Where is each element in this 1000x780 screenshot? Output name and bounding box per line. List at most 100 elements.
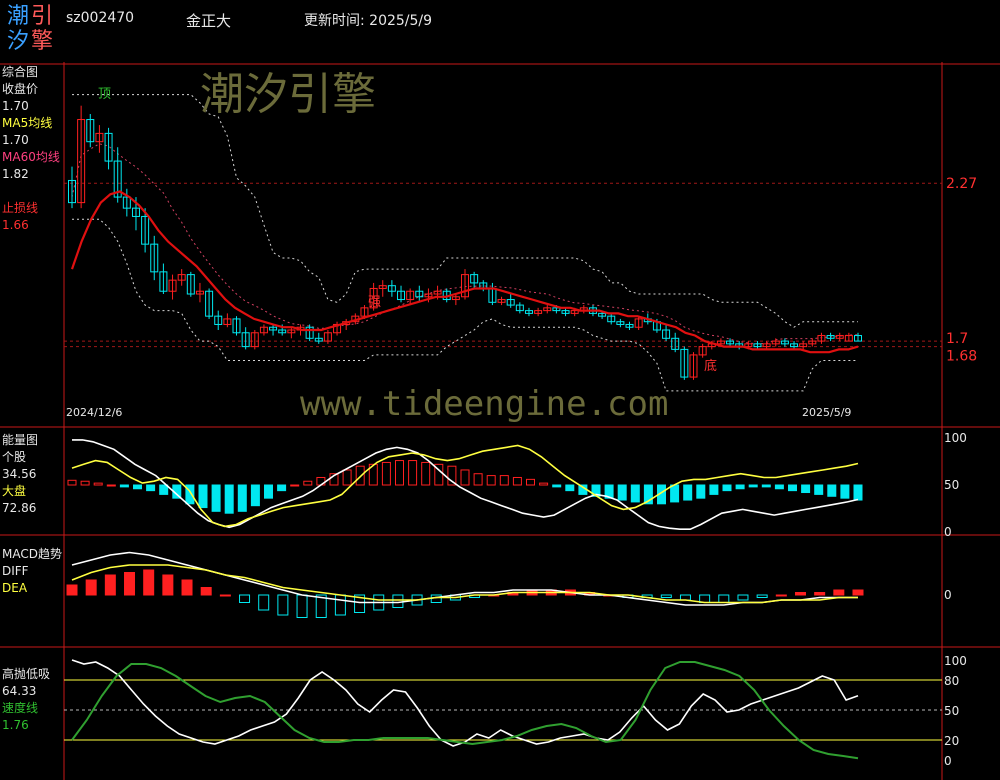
energy-tick: 50 <box>944 478 959 492</box>
macd-tick: 0 <box>944 588 952 602</box>
macd-bar <box>775 594 787 597</box>
main-label: 收盘价 <box>2 82 39 96</box>
energy-bar <box>421 461 431 486</box>
main-label: 1.70 <box>2 133 29 147</box>
date-start-label: 2024/12/6 <box>66 406 122 419</box>
macd-bar <box>756 594 768 598</box>
energy-bar <box>264 484 273 499</box>
main-label: 1.66 <box>2 218 29 232</box>
tide-tick: 0 <box>944 754 952 768</box>
macd-bar <box>718 594 730 603</box>
stock-name: 金正大 <box>186 12 232 30</box>
energy-bar <box>106 484 116 487</box>
brand-logo: 潮引 汐擎 <box>6 4 58 60</box>
logo-char: 擎 <box>30 29 53 54</box>
energy-tick: 100 <box>944 431 967 445</box>
energy-bar <box>814 484 824 495</box>
energy-bar <box>709 484 719 495</box>
main-label: 综合图 <box>2 65 39 79</box>
price-tick: 2.27 <box>946 176 977 192</box>
diff-line <box>71 551 858 606</box>
energy-bar <box>761 484 771 488</box>
energy-bar <box>486 475 496 486</box>
macd-bar <box>85 579 97 596</box>
energy-label: 34.56 <box>2 467 37 481</box>
macd-bar <box>162 574 174 596</box>
main-label: MA60均线 <box>2 150 60 164</box>
macd-label: DEA <box>2 581 28 595</box>
header-bar: 潮引 汐擎 sz002470 金正大 更新时间: 2025/5/9 <box>0 0 1000 62</box>
macd-bar <box>239 594 251 603</box>
energy-bar <box>80 480 90 486</box>
energy-bar <box>526 478 535 486</box>
macd-bar <box>143 569 155 596</box>
macd-bar <box>258 594 270 611</box>
macd-bar <box>277 594 289 616</box>
energy-bar <box>342 469 352 486</box>
energy-tick: 0 <box>944 525 952 539</box>
energy-bar <box>696 484 706 499</box>
tide-label: 64.33 <box>2 684 37 698</box>
energy-bar <box>735 484 745 490</box>
lower-band <box>72 218 858 392</box>
energy-label: 72.86 <box>2 501 37 515</box>
strong-annotation: 强 <box>368 295 381 310</box>
energy-bar <box>303 480 313 486</box>
macd-bar <box>296 594 308 618</box>
energy-bar <box>722 484 732 492</box>
energy-bar <box>670 484 680 503</box>
energy-bar <box>539 482 549 486</box>
url-watermark: www.tideengine.com <box>300 384 669 424</box>
price-tick: 1.7 <box>946 331 968 347</box>
energy-bar <box>146 484 156 492</box>
tide-label: 速度线 <box>2 701 39 715</box>
energy-bar <box>748 484 758 488</box>
energy-bar <box>211 484 221 512</box>
energy-bar <box>788 484 797 492</box>
main-label: 1.82 <box>2 167 29 181</box>
macd-bar <box>200 587 212 596</box>
energy-bar <box>381 461 391 486</box>
energy-bar <box>512 476 522 486</box>
tide-label: 高抛低吸 <box>2 667 51 681</box>
stock-code[interactable]: sz002470 <box>66 10 134 26</box>
macd-bar <box>66 584 78 596</box>
energy-bar <box>67 479 77 486</box>
energy-bar <box>290 484 300 487</box>
energy-bar <box>159 484 169 495</box>
top-annotation: 顶 <box>98 87 111 102</box>
logo-char: 汐 <box>6 29 29 54</box>
tide-tick: 100 <box>944 654 967 668</box>
energy-bar <box>774 484 784 490</box>
main-label: 止损线 <box>2 201 39 215</box>
macd-label: DIFF <box>2 564 29 578</box>
energy-label: 个股 <box>2 450 27 464</box>
logo-char: 潮 <box>6 4 29 29</box>
macd-bar <box>737 594 749 601</box>
macd-bar <box>104 574 116 596</box>
energy-bar <box>355 465 365 486</box>
logo-char: 引 <box>30 4 53 29</box>
energy-bar <box>617 484 627 501</box>
energy-bar <box>565 484 575 492</box>
tide-label: 1.76 <box>2 718 29 732</box>
energy-bar <box>853 484 863 501</box>
energy-bar <box>499 475 509 486</box>
energy-bar <box>277 484 287 492</box>
energy-bar <box>827 484 837 497</box>
tide-tick: 80 <box>944 674 959 688</box>
macd-bar <box>181 579 193 596</box>
energy-bar <box>198 484 208 509</box>
main-label: MA5均线 <box>2 116 53 130</box>
macd-label: MACD趋势 <box>2 547 62 561</box>
energy-bar <box>250 484 260 507</box>
energy-label: 大盘 <box>2 484 27 498</box>
energy-bar <box>224 484 234 514</box>
update-time: 更新时间: 2025/5/9 <box>304 13 433 29</box>
energy-bar <box>630 484 640 503</box>
macd-bar <box>660 594 672 598</box>
brand-watermark: 潮汐引擎 <box>200 69 376 120</box>
price-tick: 1.68 <box>946 349 977 365</box>
tide-line <box>71 659 859 747</box>
macd-bar <box>334 594 346 616</box>
